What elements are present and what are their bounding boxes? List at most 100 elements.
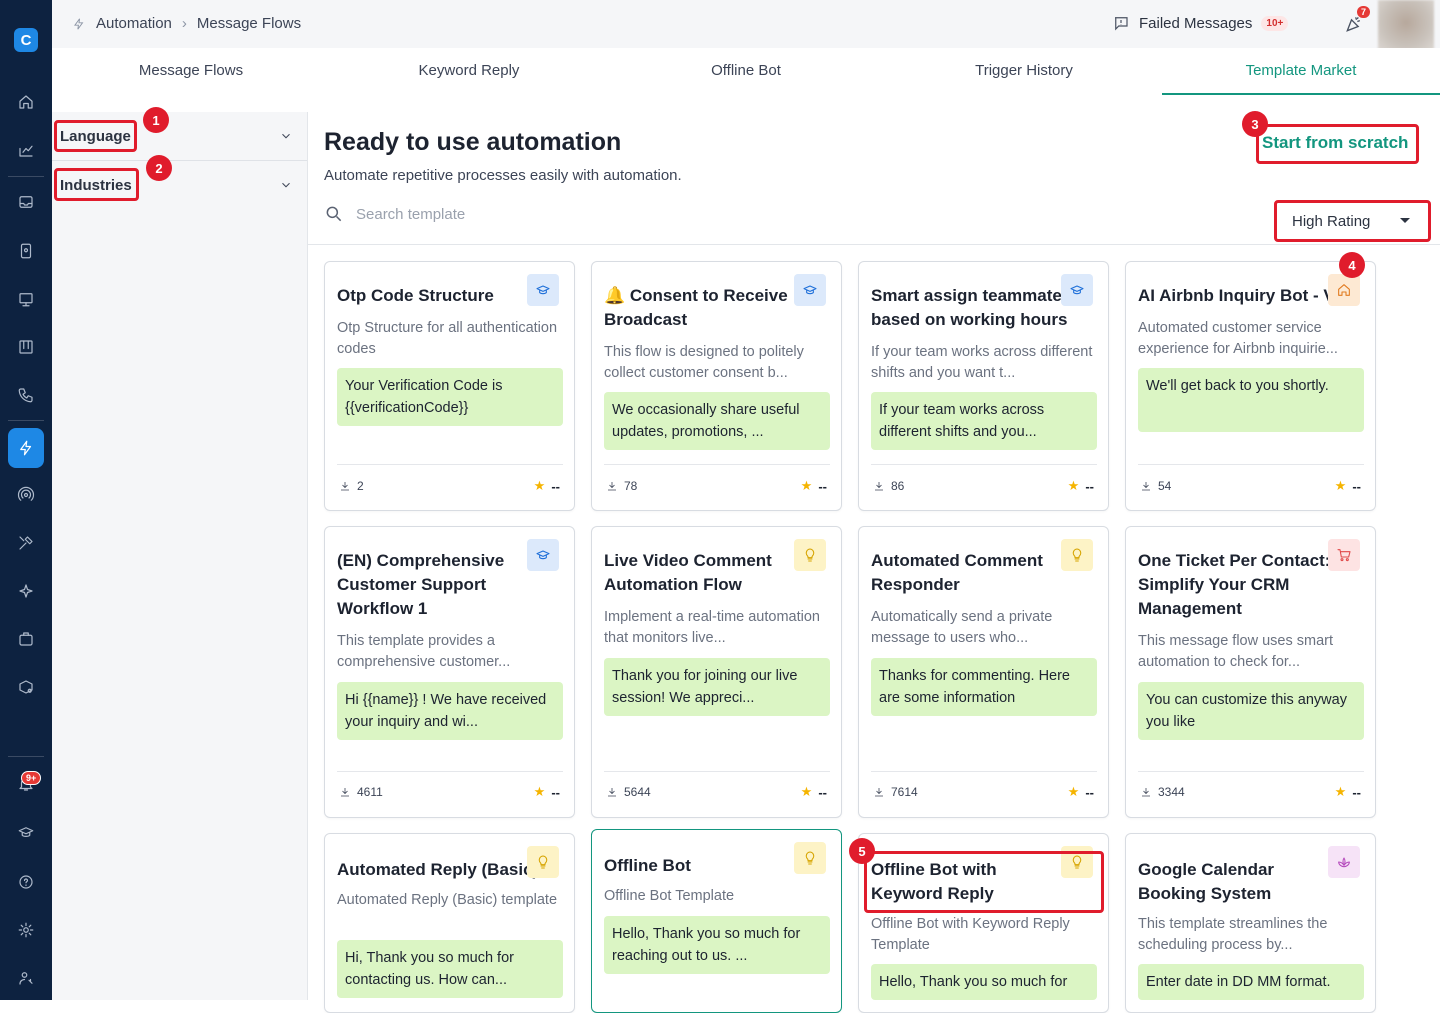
template-card[interactable]: (EN) Comprehensive Customer Support Work…	[324, 526, 575, 818]
card-title: Offline Bot	[604, 856, 691, 875]
download-icon	[608, 788, 616, 797]
divider	[308, 244, 1440, 245]
card-title: Live Video Comment Automation Flow	[604, 551, 772, 594]
template-card[interactable]: Otp Code Structure Otp Structure for all…	[324, 261, 575, 511]
lightbulb-icon	[1061, 539, 1093, 571]
tab-trigger-history[interactable]: Trigger History	[885, 62, 1163, 79]
star-icon: ★	[1067, 784, 1080, 799]
filter-sidebar: Language Industries	[52, 112, 308, 1000]
star-icon: ★	[533, 784, 546, 799]
tab-keyword-reply[interactable]: Keyword Reply	[330, 62, 608, 79]
graduation-cap-icon	[527, 274, 559, 306]
party-popper-icon[interactable]: 7	[1344, 6, 1371, 34]
card-description: Automated Reply (Basic) template	[337, 892, 558, 908]
inbox-icon[interactable]	[10, 186, 42, 218]
card-title: (EN) Comprehensive Customer Support Work…	[337, 551, 505, 618]
settings-gear-icon[interactable]	[10, 914, 42, 946]
card-message-preview: Your Verification Code is {{verification…	[337, 368, 563, 426]
template-card[interactable]: Automated Reply (Basic) Automated Reply …	[324, 833, 575, 1013]
rating: ★ --	[800, 784, 827, 800]
caret-down-icon	[1400, 218, 1410, 223]
annotation-marker-3: 3	[1242, 111, 1268, 137]
divider	[337, 464, 563, 465]
avatar[interactable]	[1378, 0, 1434, 50]
download-count: 5644	[606, 785, 651, 799]
top-bar: Automation › Message Flows Failed Messag…	[52, 0, 1440, 50]
home-icon	[1328, 274, 1360, 306]
help-icon[interactable]	[10, 866, 42, 898]
tab-message-flows[interactable]: Message Flows	[52, 62, 330, 79]
download-icon	[875, 482, 883, 491]
search-placeholder: Search template	[356, 205, 466, 223]
card-title: Smart assign teammate based on working h…	[871, 286, 1068, 329]
star-icon: ★	[800, 784, 813, 799]
card-description: Automatically send a private message to …	[871, 609, 1053, 646]
search-template-input[interactable]: Search template	[324, 204, 465, 224]
updates-badge: 7	[1357, 6, 1371, 18]
failed-messages-badge: 10+	[1261, 15, 1289, 31]
graduation-cap-icon	[794, 274, 826, 306]
tools-icon[interactable]	[10, 527, 42, 559]
phone-icon[interactable]	[10, 379, 42, 411]
failed-messages-button[interactable]: Failed Messages 10+	[1112, 14, 1289, 32]
lightbulb-icon	[794, 842, 826, 874]
card-description: Implement a real-time automation that mo…	[604, 609, 820, 646]
template-card-selected[interactable]: Offline Bot Offline Bot Template Hello, …	[591, 829, 842, 1013]
chevron-right-icon: ›	[181, 15, 187, 32]
search-icon	[326, 206, 342, 222]
package-settings-icon[interactable]	[10, 671, 42, 703]
shopping-cart-icon	[1328, 539, 1360, 571]
template-card[interactable]: One Ticket Per Contact: Simplify Your CR…	[1125, 526, 1376, 818]
template-card[interactable]: Google Calendar Booking System This temp…	[1125, 833, 1376, 1013]
download-count: 86	[873, 479, 904, 493]
download-icon	[1142, 788, 1150, 797]
template-card[interactable]: Smart assign teammate based on working h…	[858, 261, 1109, 511]
template-card[interactable]: Live Video Comment Automation Flow Imple…	[591, 526, 842, 818]
filter-industries[interactable]: Industries	[52, 161, 307, 209]
breadcrumb-automation[interactable]: Automation	[96, 15, 172, 32]
template-card[interactable]: 🔔 Consent to Receive Broadcast This flow…	[591, 261, 842, 511]
rating: ★ --	[1067, 478, 1094, 494]
template-card[interactable]: AI Airbnb Inquiry Bot - V Automated cust…	[1125, 261, 1376, 511]
card-title: Automated Reply (Basic)	[337, 860, 537, 879]
annotation-marker-1: 1	[143, 107, 169, 133]
tab-offline-bot[interactable]: Offline Bot	[607, 62, 885, 79]
download-count: 4611	[339, 785, 383, 799]
tab-template-market[interactable]: Template Market	[1162, 62, 1440, 79]
rating: ★ --	[533, 478, 560, 494]
star-icon: ★	[1334, 784, 1347, 799]
download-count: 78	[606, 479, 637, 493]
star-icon: ★	[1334, 478, 1347, 493]
template-card[interactable]: Automated Comment Responder Automaticall…	[858, 526, 1109, 818]
sort-select[interactable]: High Rating	[1278, 204, 1426, 238]
contacts-icon[interactable]	[10, 235, 42, 267]
rail-divider	[8, 420, 44, 421]
template-card[interactable]: Offline Bot with Keyword Reply Offline B…	[858, 833, 1109, 1013]
filter-language[interactable]: Language	[52, 112, 307, 161]
ai-sparkle-icon[interactable]	[10, 575, 42, 607]
divider	[604, 771, 830, 772]
automation-icon[interactable]	[8, 428, 44, 468]
divider	[1138, 464, 1364, 465]
user-settings-icon[interactable]	[10, 962, 42, 994]
card-description: Offline Bot Template	[604, 888, 735, 904]
home-icon[interactable]	[10, 86, 42, 118]
card-title: 🔔 Consent to Receive Broadcast	[604, 286, 788, 329]
divider	[337, 771, 563, 772]
message-alert-icon	[1115, 17, 1128, 31]
left-nav-rail: C 9+	[0, 0, 52, 1000]
academy-icon[interactable]	[10, 817, 42, 849]
start-from-scratch-button[interactable]: Start from scratch	[1262, 133, 1408, 153]
signal-icon[interactable]	[10, 479, 42, 511]
lightbulb-icon	[1061, 846, 1093, 878]
download-count: 7614	[873, 785, 918, 799]
analytics-icon[interactable]	[10, 134, 42, 166]
rating: ★ --	[1334, 784, 1361, 800]
lotus-icon	[1328, 846, 1360, 878]
app-logo[interactable]: C	[14, 28, 38, 52]
card-message-preview: We occasionally share useful updates, pr…	[604, 392, 830, 450]
briefcase-icon[interactable]	[10, 623, 42, 655]
board-icon[interactable]	[10, 331, 42, 363]
breadcrumb-message-flows: Message Flows	[196, 15, 302, 32]
broadcast-icon[interactable]	[10, 283, 42, 315]
